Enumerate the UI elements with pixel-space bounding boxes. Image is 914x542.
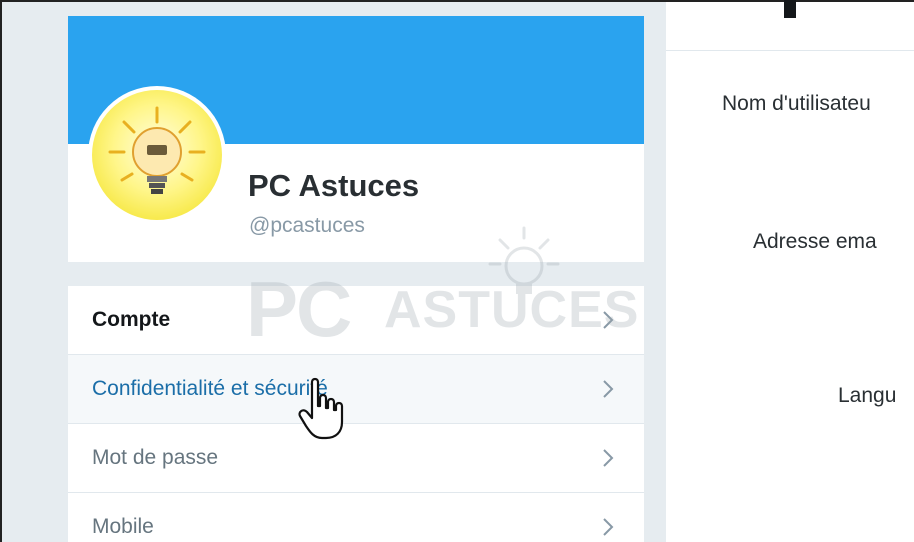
language-label: Langu	[838, 384, 897, 407]
chevron-right-icon	[603, 311, 614, 329]
lightbulb-icon	[108, 106, 206, 194]
email-label: Adresse ema	[753, 230, 877, 253]
chevron-right-icon	[603, 380, 614, 398]
menu-item-compte[interactable]: Compte	[68, 286, 644, 355]
profile-card: PC Astuces @pcastuces	[68, 16, 644, 262]
panel-divider	[666, 50, 914, 51]
username-label: Nom d'utilisateu	[722, 92, 871, 115]
menu-item-label: Confidentialité et sécurité	[92, 377, 328, 400]
panel-title-fragment	[784, 0, 796, 18]
chevron-right-icon	[603, 449, 614, 467]
chevron-right-icon	[603, 518, 614, 536]
avatar[interactable]	[88, 86, 226, 224]
account-panel: Nom d'utilisateu Adresse ema Langu	[666, 0, 914, 542]
menu-item-mobile[interactable]: Mobile	[68, 493, 644, 542]
menu-item-label: Compte	[92, 308, 171, 331]
settings-page: PC Astuces @pcastuces Compte Confidentia…	[0, 0, 914, 542]
menu-item-label: Mobile	[92, 515, 154, 538]
profile-handle[interactable]: @pcastuces	[249, 214, 365, 238]
menu-item-label: Mot de passe	[92, 446, 219, 469]
profile-display-name[interactable]: PC Astuces	[248, 168, 419, 204]
hand-pointer-cursor-icon	[298, 377, 344, 440]
